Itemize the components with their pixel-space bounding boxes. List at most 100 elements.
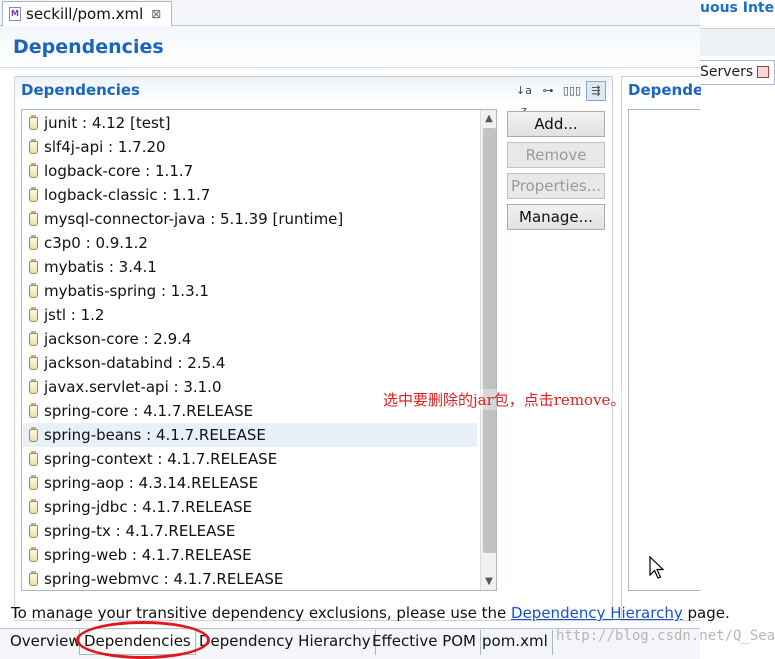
annotation-text: 选中要删除的jar包，点击remove。	[383, 389, 626, 410]
dependency-item[interactable]: spring-jdbc : 4.1.7.RELEASE	[23, 495, 477, 519]
tab-dependencies[interactable]: Dependencies	[79, 630, 196, 655]
editor-tab-title: seckill/pom.xml	[26, 5, 144, 23]
jar-icon	[29, 354, 38, 370]
dependency-label: jackson-databind : 2.5.4	[44, 354, 226, 372]
dependency-label: jackson-core : 2.9.4	[44, 330, 192, 348]
jar-icon	[29, 114, 38, 130]
editor-tab-pom[interactable]: M seckill/pom.xml ⊠	[2, 1, 172, 26]
dependency-item[interactable]: mybatis : 3.4.1	[23, 255, 477, 279]
sort-alphabetically-icon[interactable]: ↓a z	[514, 81, 534, 117]
dependency-label: mysql-connector-java : 5.1.39 [runtime]	[44, 210, 344, 228]
dependency-label: jstl : 1.2	[44, 306, 105, 324]
jar-icon	[29, 402, 38, 418]
console-icon[interactable]	[757, 66, 770, 78]
tab-pom-xml[interactable]: pom.xml	[478, 630, 553, 655]
info-text-before: To manage your transitive dependency exc…	[11, 604, 512, 622]
jar-icon	[29, 210, 38, 226]
side-panel-toolbar	[700, 28, 775, 56]
dependency-item[interactable]: logback-classic : 1.1.7	[23, 183, 477, 207]
jar-icon	[29, 234, 38, 250]
dependency-label: spring-core : 4.1.7.RELEASE	[44, 402, 254, 420]
dependency-item[interactable]: junit : 4.12 [test]	[23, 111, 477, 135]
dependency-list[interactable]: spring-webmvc : 4.1.7.RELEASE spring-web …	[21, 109, 497, 591]
tab-dependency-hierarchy[interactable]: Dependency Hierarchy	[195, 630, 376, 655]
dependency-item[interactable]: jackson-databind : 2.5.4	[23, 351, 477, 375]
jar-icon	[29, 162, 38, 178]
dependency-item[interactable]: jstl : 1.2	[23, 303, 477, 327]
page-title: Dependencies	[13, 36, 164, 58]
dependency-item[interactable]: c3p0 : 0.9.1.2	[23, 231, 477, 255]
add-button[interactable]: Add...	[507, 111, 605, 137]
jar-icon	[29, 306, 38, 322]
jar-icon	[29, 474, 38, 490]
dependency-item[interactable]: spring-context : 4.1.7.RELEASE	[23, 447, 477, 471]
tab-effective-pom[interactable]: Effective POM	[368, 630, 482, 655]
dependency-label: mybatis-spring : 1.3.1	[44, 282, 209, 300]
dependency-item[interactable]: spring-tx : 4.1.7.RELEASE	[23, 519, 477, 543]
jar-icon	[29, 378, 38, 394]
dependency-item[interactable]: mysql-connector-java : 5.1.39 [runtime]	[23, 207, 477, 231]
dependency-management-title: Dependen	[628, 81, 701, 99]
jar-icon	[29, 426, 38, 442]
dependency-label: spring-beans : 4.1.7.RELEASE	[44, 426, 266, 444]
vertical-scrollbar[interactable]: ▲ ▼	[480, 110, 496, 590]
scroll-thumb[interactable]	[483, 128, 496, 553]
close-icon[interactable]: ⊠	[151, 7, 161, 21]
dependency-label: spring-webmvc : 4.1.7.RELEASE	[44, 570, 284, 588]
jar-icon	[29, 570, 38, 586]
side-panel-title: uous Integ	[700, 0, 775, 16]
dependency-item[interactable]: mybatis-spring : 1.3.1	[23, 279, 477, 303]
jar-icon	[29, 138, 38, 154]
side-panel-body	[700, 84, 775, 659]
dependency-label: spring-web : 4.1.7.RELEASE	[44, 546, 252, 564]
jar-icon	[29, 498, 38, 514]
servers-tab-label: Servers	[700, 64, 754, 80]
filter-icon[interactable]: ⇶	[586, 81, 606, 101]
dependency-label: slf4j-api : 1.7.20	[44, 138, 166, 156]
dependency-management-list[interactable]	[628, 109, 700, 591]
show-groupid-icon[interactable]: ⊶	[538, 81, 558, 101]
scroll-down-arrow-icon[interactable]: ▼	[481, 573, 496, 590]
mouse-cursor-icon	[649, 556, 665, 579]
watermark: http://blog.csdn.net/Q_Sea__	[556, 628, 775, 644]
jar-icon	[29, 282, 38, 298]
properties-button[interactable]: Properties...	[507, 173, 605, 199]
dependency-label: c3p0 : 0.9.1.2	[44, 234, 148, 252]
dependency-label: junit : 4.12 [test]	[44, 114, 171, 132]
dependency-item[interactable]: jackson-core : 2.9.4	[23, 327, 477, 351]
jar-icon	[29, 258, 38, 274]
section-title: Dependencies	[21, 81, 140, 99]
dependency-label: mybatis : 3.4.1	[44, 258, 157, 276]
show-version-icon[interactable]: ▯▯▯	[562, 81, 582, 101]
dependency-label: javax.servlet-api : 3.1.0	[44, 378, 222, 396]
dependency-item[interactable]: spring-webmvc : 4.1.7.RELEASE	[23, 567, 477, 590]
pom-editor: Dependencies Dependencies ↓a z ⊶ ▯▯▯ ⇶ s…	[0, 26, 701, 659]
dependency-label: spring-context : 4.1.7.RELEASE	[44, 450, 278, 468]
section-toolbar: ↓a z ⊶ ▯▯▯ ⇶	[514, 81, 606, 117]
info-text-after: page.	[682, 604, 730, 622]
dependency-label: logback-classic : 1.1.7	[44, 186, 211, 204]
tab-overview[interactable]: Overview	[6, 630, 86, 655]
jar-icon	[29, 186, 38, 202]
remove-button[interactable]: Remove	[507, 142, 605, 168]
dependency-management-section: Dependen	[621, 76, 701, 621]
dependency-item[interactable]: spring-aop : 4.3.14.RELEASE	[23, 471, 477, 495]
dependency-label: spring-jdbc : 4.1.7.RELEASE	[44, 498, 253, 516]
maven-pom-file-icon: M	[9, 7, 21, 21]
dependency-item[interactable]: slf4j-api : 1.7.20	[23, 135, 477, 159]
page-header: Dependencies	[0, 26, 700, 68]
dependency-item[interactable]: spring-web : 4.1.7.RELEASE	[23, 543, 477, 567]
dependencies-section: Dependencies ↓a z ⊶ ▯▯▯ ⇶ spring-webmvc …	[14, 76, 613, 621]
dependency-hierarchy-link[interactable]: Dependency Hierarchy	[511, 604, 683, 622]
scroll-up-arrow-icon[interactable]: ▲	[481, 110, 496, 127]
dependency-item[interactable]: logback-core : 1.1.7	[23, 159, 477, 183]
servers-tab[interactable]: Servers	[696, 60, 775, 84]
dependency-label: spring-tx : 4.1.7.RELEASE	[44, 522, 236, 540]
dependency-label: spring-aop : 4.3.14.RELEASE	[44, 474, 259, 492]
jar-icon	[29, 546, 38, 562]
dependency-label: logback-core : 1.1.7	[44, 162, 194, 180]
jar-icon	[29, 450, 38, 466]
manage-button[interactable]: Manage...	[507, 204, 605, 230]
dependency-item[interactable]: spring-beans : 4.1.7.RELEASE	[23, 423, 477, 447]
jar-icon	[29, 330, 38, 346]
